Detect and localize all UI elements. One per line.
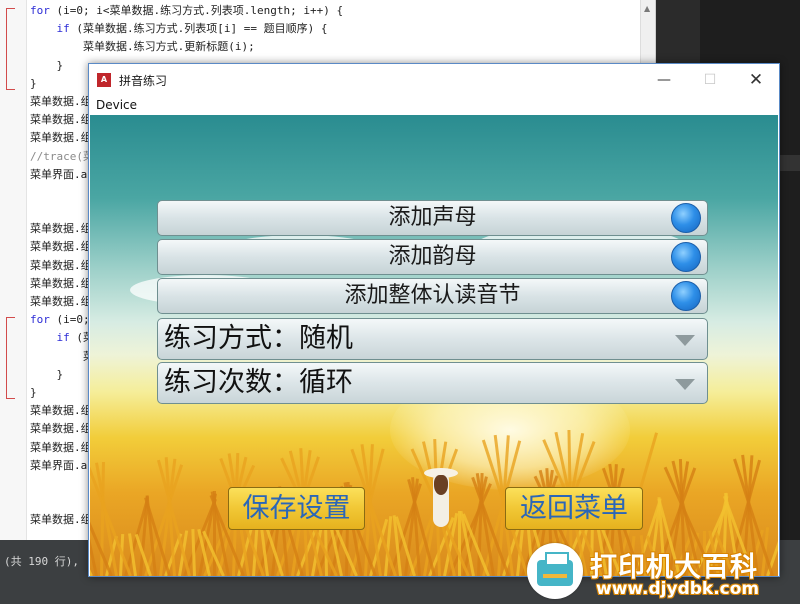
app-icon: A [97, 73, 111, 87]
wheat-stalk [457, 511, 461, 576]
practice-mode-select[interactable]: 练习方式：随机 [157, 318, 708, 360]
code-line: for (i=0; i<菜单数据.练习方式.列表项.length; i++) { [30, 4, 344, 17]
option-label: 添加声母 [388, 205, 477, 230]
option-label: 添加整体认读音节 [344, 283, 521, 308]
printer-icon [537, 552, 573, 586]
girl-hair-figure [434, 475, 448, 495]
minimize-button[interactable]: — [641, 64, 687, 96]
wheat-stalk [191, 528, 196, 576]
code-line: if (菜单数据.练习方式.列表项[i] == 题目顺序) { [56, 22, 328, 36]
close-button[interactable]: ✕ [733, 64, 779, 96]
dropdown-arrow-icon[interactable] [675, 335, 695, 346]
fold-marker [6, 317, 15, 399]
option-add-whole-syllables[interactable]: 添加整体认读音节 [157, 278, 708, 314]
status-line-count: (共 190 行), [4, 555, 79, 568]
code-line: 菜单数据.练习方式.更新标题(i); [30, 40, 255, 54]
window-title: 拼音练习 [119, 74, 168, 88]
scroll-up-icon[interactable]: ▲ [644, 4, 650, 13]
option-add-initials[interactable]: 添加声母 [157, 200, 708, 236]
toggle-on-icon[interactable] [671, 242, 701, 272]
menu-device[interactable]: Device [96, 98, 137, 112]
fold-marker [6, 8, 15, 90]
dropdown-arrow-icon[interactable] [675, 379, 695, 390]
option-label: 添加韵母 [388, 244, 477, 269]
select-value: 练习方式：随机 [164, 323, 353, 354]
select-value: 练习次数：循环 [164, 367, 353, 398]
maximize-button[interactable]: ☐ [687, 64, 733, 96]
toggle-on-icon[interactable] [671, 281, 701, 311]
watermark-url: www.djydbk.com [596, 579, 760, 599]
practice-count-select[interactable]: 练习次数：循环 [157, 362, 708, 404]
back-to-menu-button[interactable]: 返回菜单 [505, 487, 643, 530]
save-settings-button[interactable]: 保存设置 [228, 487, 365, 530]
title-bar[interactable]: A 拼音练习 — ☐ ✕ [89, 64, 779, 96]
option-add-finals[interactable]: 添加韵母 [157, 239, 708, 275]
editor-gutter [0, 0, 27, 540]
toggle-on-icon[interactable] [671, 203, 701, 233]
menu-bar: Device [89, 96, 779, 115]
